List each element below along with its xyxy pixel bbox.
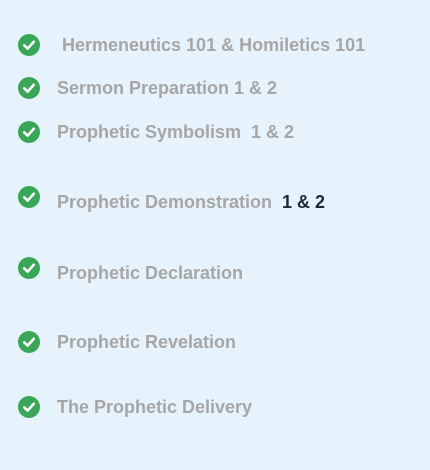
course-label: Hermeneutics 101 & Homiletics 101 [57, 34, 366, 55]
course-label: Prophetic Demonstration [57, 191, 283, 212]
course-label-suffix: 1 & 2 [282, 191, 326, 212]
course-checklist: Hermeneutics 101 & Homiletics 101 Sermon… [0, 0, 430, 470]
check-circle-icon [18, 331, 40, 353]
course-label: Prophetic Declaration [57, 262, 244, 283]
check-circle-icon [18, 121, 40, 143]
course-item-sermon-preparation: Sermon Preparation 1 & 2 [18, 76, 277, 100]
course-item-prophetic-revelation: Prophetic Revelation [18, 330, 236, 354]
check-circle-icon [18, 186, 40, 208]
check-circle-icon [18, 34, 40, 56]
check-circle-icon [18, 77, 40, 99]
course-item-hermeneutics-homiletics: Hermeneutics 101 & Homiletics 101 [18, 33, 365, 57]
check-circle-icon [18, 396, 40, 418]
course-item-prophetic-delivery: The Prophetic Delivery [18, 395, 252, 419]
course-item-prophetic-demonstration: Prophetic Demonstration 1 & 2 [18, 186, 326, 212]
course-label: Prophetic Symbolism 1 & 2 [57, 121, 295, 142]
course-label: The Prophetic Delivery [57, 396, 253, 417]
course-label: Sermon Preparation 1 & 2 [57, 77, 278, 98]
check-circle-icon [18, 257, 40, 279]
course-label: Prophetic Revelation [57, 331, 237, 352]
course-item-prophetic-declaration: Prophetic Declaration [18, 257, 244, 283]
course-item-prophetic-symbolism: Prophetic Symbolism 1 & 2 [18, 120, 294, 144]
